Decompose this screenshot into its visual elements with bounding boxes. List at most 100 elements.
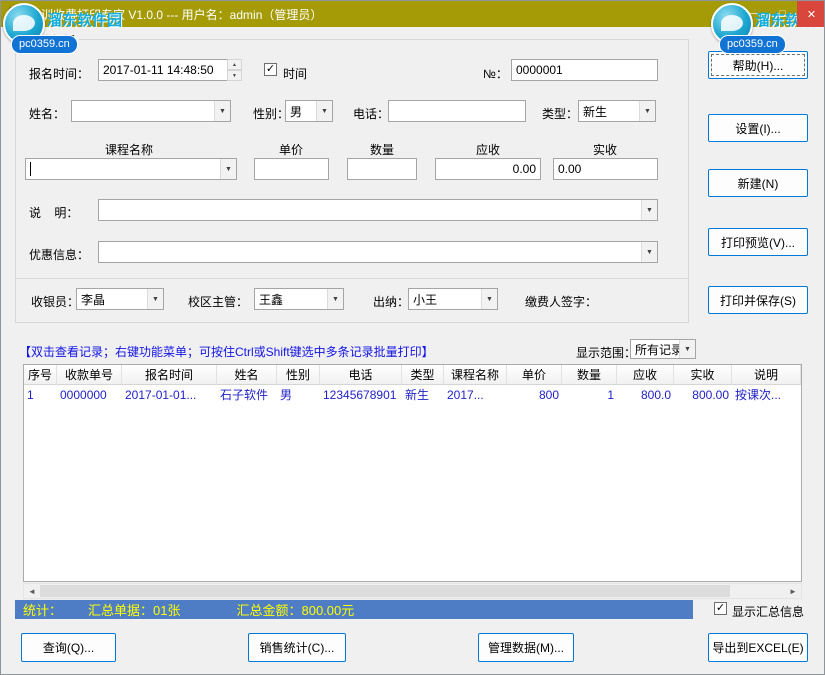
export-excel-button[interactable]: 导出到EXCEL(E) [708, 633, 808, 662]
dropdown-arrow-icon: ▼ [641, 200, 657, 220]
show-summary-checkbox[interactable]: ✓ [714, 602, 727, 615]
app-window: 培训收费打印专家 V1.0.0 --- 用户名：admin（管理员） ─ □ ✕… [0, 0, 825, 675]
table-cell: 800.00 [674, 385, 732, 405]
dropdown-arrow-icon: ▼ [327, 289, 343, 309]
column-header[interactable]: 性别 [277, 365, 320, 385]
price-header: 单价 [279, 141, 303, 158]
print-save-button[interactable]: 打印并保存(S) [708, 286, 808, 314]
titlebar: 培训收费打印专家 V1.0.0 --- 用户名：admin（管理员） ─ □ ✕ [1, 1, 825, 27]
name-label: 姓名： [29, 105, 65, 122]
scrollbar-thumb[interactable] [40, 585, 730, 597]
table-cell: 1 [562, 385, 617, 405]
dropdown-arrow-icon: ▼ [641, 242, 657, 262]
signature-label: 缴费人签字： [525, 293, 597, 310]
discount-label: 优惠信息： [29, 246, 89, 263]
gender-combo[interactable]: 男 ▼ [285, 100, 333, 122]
dropdown-arrow-icon: ▼ [639, 101, 655, 121]
scroll-left-icon[interactable]: ◄ [24, 584, 40, 598]
spin-up-icon[interactable]: ▲ [227, 59, 242, 70]
column-header[interactable]: 单价 [507, 365, 562, 385]
app-icon [7, 6, 23, 22]
table-cell: 1 [24, 385, 57, 405]
table-cell: 800.0 [617, 385, 674, 405]
range-label: 显示范围： [576, 344, 636, 361]
teller-combo[interactable]: 小王 ▼ [408, 288, 498, 310]
table-cell: 12345678901 [320, 385, 402, 405]
course-header: 课程名称 [105, 141, 153, 158]
dropdown-arrow-icon: ▼ [679, 340, 695, 358]
table-body: 100000002017-01-01...石子软件男12345678901新生2… [24, 385, 801, 405]
column-header[interactable]: 收款单号 [57, 365, 122, 385]
discount-combo[interactable]: ▼ [98, 241, 658, 263]
status-label: 统计： [23, 600, 62, 619]
column-header[interactable]: 实收 [674, 365, 732, 385]
course-combo[interactable]: ▼ [25, 158, 237, 180]
close-button[interactable]: ✕ [797, 1, 825, 27]
dropdown-arrow-icon: ▼ [147, 289, 163, 309]
table-cell: 2017... [444, 385, 507, 405]
phone-input[interactable] [388, 100, 526, 122]
phone-label: 电话： [353, 105, 389, 122]
list-hint: 【双击查看记录；右键功能菜单；可按住Ctrl或Shift键选中多条记录批量打印】 [19, 343, 434, 360]
table-row[interactable]: 100000002017-01-01...石子软件男12345678901新生2… [24, 385, 801, 405]
time-checkbox-label: 时间 [283, 65, 307, 82]
note-label: 说 明： [29, 204, 78, 221]
check-icon: ✓ [716, 603, 725, 614]
gender-label: 性别： [253, 105, 289, 122]
reg-time-input[interactable] [98, 59, 228, 81]
column-header[interactable]: 类型 [402, 365, 444, 385]
column-header[interactable]: 数量 [562, 365, 617, 385]
dropdown-arrow-icon: ▼ [481, 289, 497, 309]
time-checkbox[interactable]: ✓ [264, 63, 277, 76]
note-combo[interactable]: ▼ [98, 199, 658, 221]
reg-time-spinner[interactable]: ▲ ▼ [227, 59, 242, 81]
new-button[interactable]: 新建(N) [708, 169, 808, 197]
cashier-label: 收银员： [31, 293, 79, 310]
price-input[interactable] [254, 158, 329, 180]
settings-button[interactable]: 设置(I)... [708, 114, 808, 142]
column-header[interactable]: 应收 [617, 365, 674, 385]
status-total-docs: 汇总单据：01张 [88, 600, 180, 619]
receivable-input[interactable] [435, 158, 541, 180]
records-listview[interactable]: 序号收款单号报名时间姓名性别电话类型课程名称单价数量应收实收说明 1000000… [23, 364, 802, 582]
column-header[interactable]: 说明 [732, 365, 801, 385]
cashier-combo[interactable]: 李晶 ▼ [76, 288, 164, 310]
status-bar: 统计： 汇总单据：01张 汇总金额：800.00元 [15, 600, 693, 619]
column-header[interactable]: 电话 [320, 365, 402, 385]
type-combo[interactable]: 新生 ▼ [578, 100, 656, 122]
received-input[interactable] [553, 158, 658, 180]
no-input[interactable] [511, 59, 658, 81]
qty-input[interactable] [347, 158, 417, 180]
manage-data-button[interactable]: 管理数据(M)... [478, 633, 574, 662]
print-preview-button[interactable]: 打印预览(V)... [708, 228, 808, 256]
range-combo[interactable]: 所有记录 ▼ [630, 339, 696, 359]
dropdown-arrow-icon: ▼ [316, 101, 332, 121]
status-total-amount: 汇总金额：800.00元 [236, 600, 354, 619]
column-header[interactable]: 姓名 [217, 365, 277, 385]
type-label: 类型： [542, 105, 578, 122]
manager-combo[interactable]: 王鑫 ▼ [254, 288, 344, 310]
horizontal-scrollbar[interactable]: ◄ ► [23, 583, 802, 599]
group-divider [16, 278, 688, 279]
table-cell: 男 [277, 385, 320, 405]
groupbox-title: 收款数据 [23, 32, 79, 49]
help-button[interactable]: 帮助(H)... [708, 51, 808, 79]
collection-groupbox [15, 39, 689, 323]
received-header: 实收 [593, 141, 617, 158]
table-cell: 按课次... [732, 385, 802, 405]
spin-down-icon[interactable]: ▼ [227, 70, 242, 81]
window-title: 培训收费打印专家 V1.0.0 --- 用户名：admin（管理员） [29, 6, 322, 23]
check-icon: ✓ [266, 64, 275, 75]
maximize-button[interactable]: □ [768, 1, 797, 27]
sales-stats-button[interactable]: 销售统计(C)... [248, 633, 346, 662]
receivable-header: 应收 [476, 141, 500, 158]
minimize-button[interactable]: ─ [739, 1, 768, 27]
column-header[interactable]: 序号 [24, 365, 57, 385]
scroll-right-icon[interactable]: ► [785, 584, 801, 598]
query-button[interactable]: 查询(Q)... [21, 633, 116, 662]
name-combo[interactable]: ▼ [71, 100, 231, 122]
column-header[interactable]: 报名时间 [122, 365, 217, 385]
column-header[interactable]: 课程名称 [444, 365, 507, 385]
text-caret [30, 162, 31, 176]
table-header-row: 序号收款单号报名时间姓名性别电话类型课程名称单价数量应收实收说明 [24, 365, 801, 385]
